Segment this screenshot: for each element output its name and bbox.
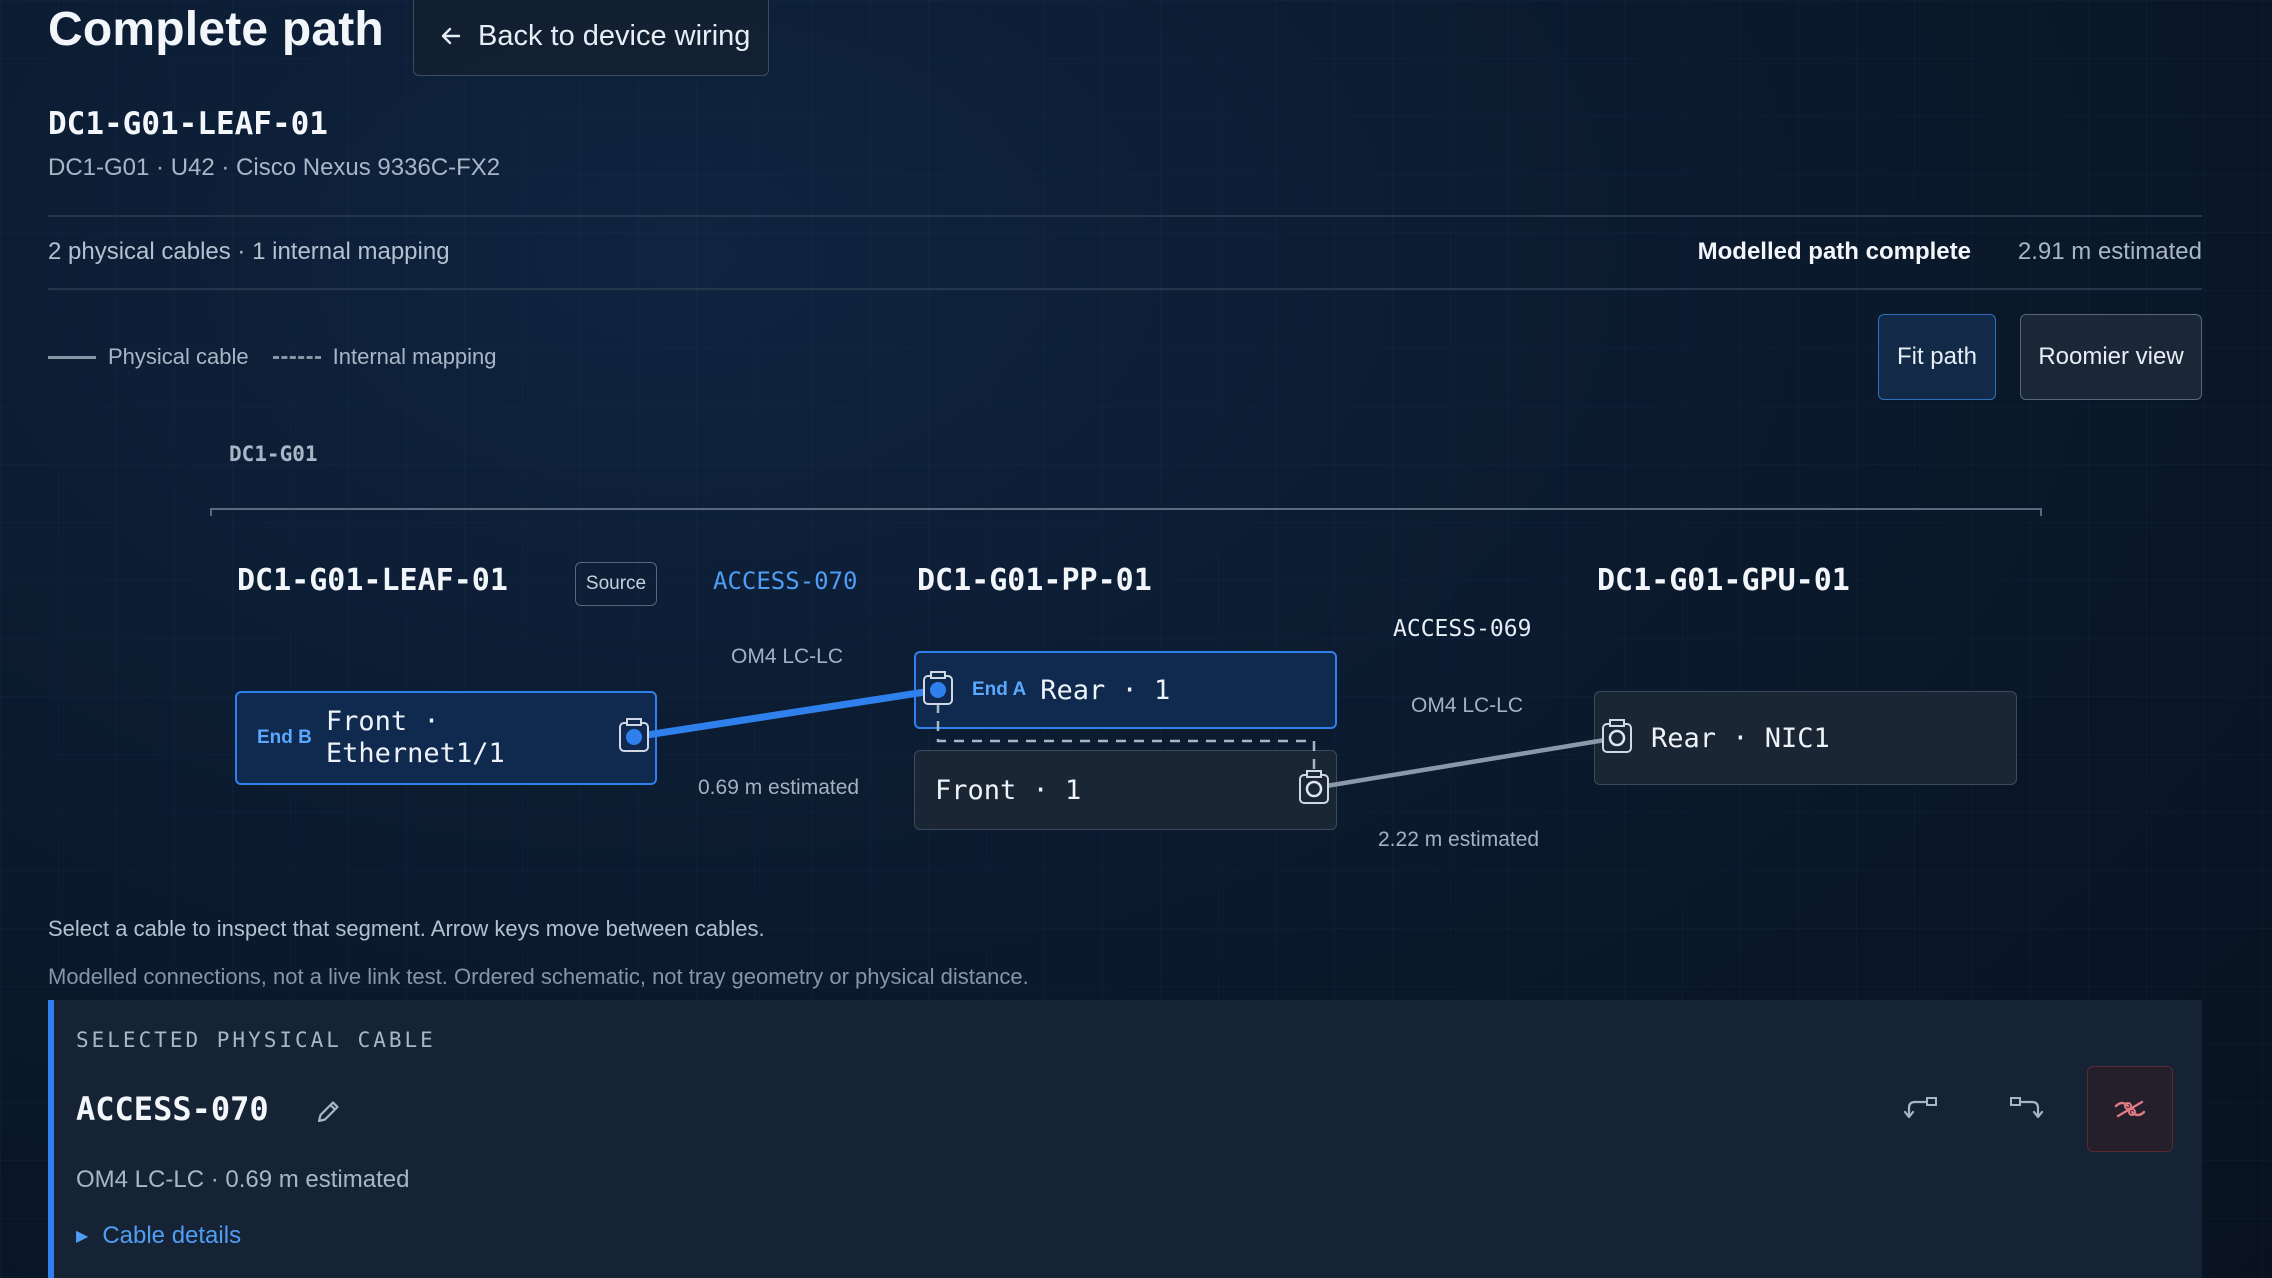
device-name: DC1-G01-LEAF-01 bbox=[48, 106, 328, 142]
port-pp-front-1[interactable]: Front · 1 bbox=[914, 750, 1337, 830]
cable-link-access-069[interactable]: ACCESS-069 bbox=[1393, 616, 1531, 642]
port-leaf-label-line2: Ethernet1/1 bbox=[325, 738, 505, 769]
cable-type-access-069: OM4 LC-LC bbox=[1411, 694, 1524, 717]
cable-type-access-070: OM4 LC-LC bbox=[731, 645, 844, 668]
path-status: Modelled path complete bbox=[1697, 238, 1971, 265]
port-pp-front-label: Front · 1 bbox=[935, 774, 1082, 806]
physical-cable-swatch bbox=[48, 355, 96, 359]
fit-path-button[interactable]: Fit path bbox=[1878, 314, 1996, 400]
cable-length-access-070: 0.69 m estimated bbox=[698, 776, 860, 799]
path-summary: 2 physical cables · 1 internal mapping bbox=[48, 238, 450, 265]
legend: Physical cable Internal mapping bbox=[48, 344, 497, 370]
legend-internal-label: Internal mapping bbox=[332, 344, 497, 369]
back-button[interactable]: Back to device wiring bbox=[413, 0, 769, 76]
port-pp-rear-1[interactable]: End A Rear · 1 bbox=[914, 651, 1337, 729]
path-length-estimate: 2.91 m estimated bbox=[2017, 238, 2202, 265]
cable-line-access-069[interactable] bbox=[1311, 735, 1620, 791]
selected-cable-summary: OM4 LC-LC · 0.69 m estimated bbox=[76, 1166, 410, 1193]
disconnect-icon bbox=[2114, 1100, 2146, 1118]
device-subtitle: DC1-G01 · U42 · Cisco Nexus 9336C-FX2 bbox=[48, 154, 501, 181]
divider bbox=[48, 215, 2202, 217]
schematic-note: Modelled connections, not a live link te… bbox=[48, 964, 1029, 989]
edit-icon bbox=[317, 1101, 339, 1123]
port-leaf-label-line1: Front · bbox=[325, 706, 440, 737]
edit-button[interactable] bbox=[304, 1088, 352, 1136]
source-badge: Source bbox=[575, 562, 657, 606]
page-title: Complete path bbox=[48, 3, 384, 56]
disclosure-triangle-icon: ▶ bbox=[76, 1228, 89, 1245]
port-leaf-ethernet1-1[interactable]: End B Front · Ethernet1/1 bbox=[235, 691, 657, 785]
node-title-leaf: DC1-G01-LEAF-01 bbox=[237, 563, 508, 598]
port-gpu-rear-nic1[interactable]: Rear · NIC1 bbox=[1594, 691, 2017, 785]
end-a-tag: End A bbox=[972, 679, 1027, 700]
cable-link-access-070[interactable]: ACCESS-070 bbox=[713, 567, 858, 595]
port-pp-rear-label: Rear · 1 bbox=[1040, 674, 1171, 706]
port-gpu-label: Rear · NIC1 bbox=[1651, 722, 1830, 754]
panel-label: SELECTED PHYSICAL CABLE bbox=[76, 1028, 436, 1052]
node-title-gpu: DC1-G01-GPU-01 bbox=[1597, 563, 1850, 598]
roomier-view-button[interactable]: Roomier view bbox=[2020, 314, 2202, 400]
cable-details-toggle[interactable]: ▶ Cable details bbox=[76, 1222, 241, 1250]
node-title-pp: DC1-G01-PP-01 bbox=[917, 563, 1152, 598]
reroute-right-icon bbox=[2010, 1097, 2044, 1119]
cable-length-access-069: 2.22 m estimated bbox=[1378, 828, 1540, 851]
end-b-tag: End B bbox=[257, 727, 312, 748]
selected-cable-id: ACCESS-070 bbox=[76, 1090, 269, 1128]
disconnect-button[interactable] bbox=[2087, 1066, 2173, 1152]
cable-line-access-070[interactable] bbox=[630, 686, 942, 741]
reroute-left-icon bbox=[1903, 1097, 1937, 1119]
back-button-label: Back to device wiring bbox=[478, 19, 751, 52]
divider bbox=[48, 288, 2202, 290]
internal-mapping-swatch bbox=[272, 355, 321, 359]
group-bracket bbox=[210, 508, 2042, 516]
legend-physical-label: Physical cable bbox=[108, 344, 249, 369]
cable-details-label: Cable details bbox=[102, 1222, 242, 1249]
arrow-left-icon bbox=[441, 27, 461, 45]
keyboard-hint: Select a cable to inspect that segment. … bbox=[48, 916, 765, 941]
port-leaf-label: Front · Ethernet1/1 bbox=[326, 706, 505, 770]
reroute-left-button[interactable] bbox=[1878, 1066, 1964, 1152]
group-label: DC1-G01 bbox=[229, 442, 318, 466]
reroute-right-button[interactable] bbox=[1983, 1066, 2069, 1152]
